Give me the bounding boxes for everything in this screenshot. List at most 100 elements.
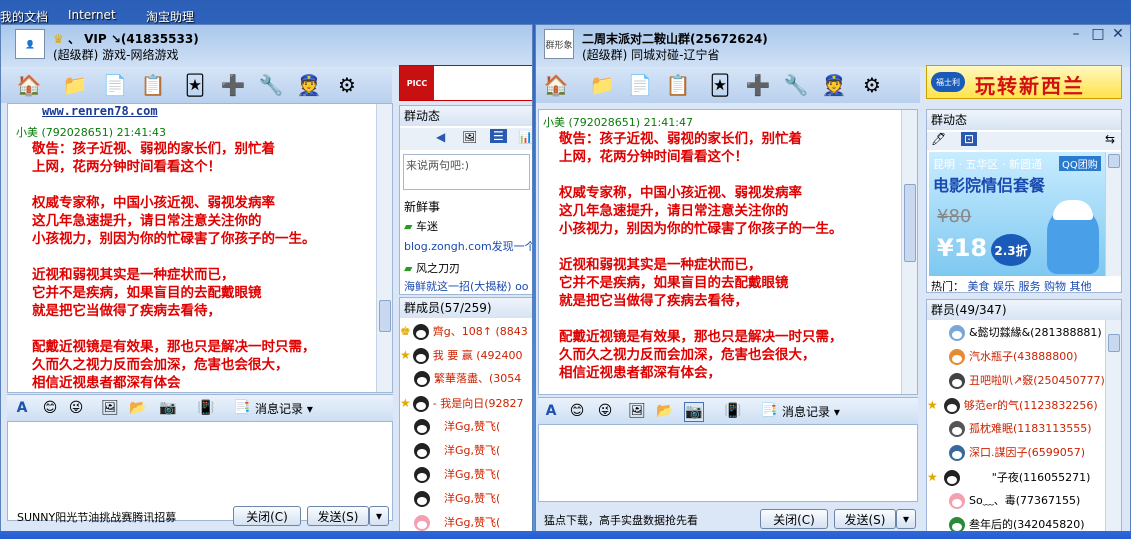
folder-icon[interactable]: 📁 bbox=[61, 71, 89, 99]
smiley-icon[interactable]: 😊 bbox=[41, 399, 59, 417]
shake-icon[interactable]: 📳 bbox=[724, 402, 742, 420]
right-bottom-notice[interactable]: 猛点下载，高手实盘数据抢先看 bbox=[544, 512, 698, 528]
send-file-icon[interactable]: 📂 bbox=[129, 399, 147, 417]
close-icon[interactable]: ✕ bbox=[1108, 27, 1128, 43]
magic-face-icon[interactable]: 😜 bbox=[67, 399, 85, 417]
scroll-thumb[interactable] bbox=[1108, 334, 1120, 352]
member-item[interactable]: 汽水瓶子(43888800) bbox=[927, 346, 1121, 368]
left-url-line[interactable]: www.renren78.com bbox=[42, 104, 158, 118]
groupbuy-ad[interactable]: 昆明 · 五华区 · 新圆通 QQ团购 电影院情侣套餐 ¥80 ¥18 2.3折 bbox=[929, 152, 1107, 276]
list-icon[interactable]: 📋 bbox=[139, 71, 167, 99]
right-send-button[interactable]: 发送(S) bbox=[834, 509, 896, 529]
right-ad-banner[interactable]: 福士利 玩转新西兰 bbox=[926, 65, 1122, 99]
home-icon[interactable]: 🏠 bbox=[542, 71, 570, 99]
dynamics-scrollbar[interactable] bbox=[1105, 152, 1121, 276]
screenshot-icon[interactable]: 📷 bbox=[684, 402, 704, 422]
send-file-icon[interactable]: 📂 bbox=[656, 402, 674, 420]
member-item[interactable]: ★ 够范er的气(1123832256) bbox=[927, 394, 1121, 416]
right-message-area[interactable]: 小美 (792028651) 21:41:47 敬告：孩子近视、弱视的家长们，别… bbox=[538, 109, 918, 395]
scroll-thumb[interactable] bbox=[379, 300, 391, 332]
news-item[interactable]: ▰ 车迷 bbox=[404, 218, 438, 234]
list-tab-icon[interactable]: ☰ bbox=[490, 129, 507, 143]
right-group-avatar[interactable]: 群形象 bbox=[544, 29, 574, 59]
hot-item[interactable]: 美食 bbox=[968, 280, 990, 292]
edit-tab-icon[interactable]: 🖊 bbox=[931, 132, 946, 146]
right-input-box[interactable] bbox=[538, 424, 918, 502]
member-item[interactable]: 洋Gg,赞飞( bbox=[400, 440, 532, 462]
card-icon[interactable]: 🃏 bbox=[181, 71, 209, 99]
scroll-thumb[interactable] bbox=[904, 184, 916, 262]
member-item[interactable]: &懿切㵘緣&(281388881) bbox=[927, 322, 1121, 344]
photo-tab-icon[interactable]: 🖼 bbox=[462, 130, 477, 144]
left-close-button[interactable]: 关闭(C) bbox=[233, 506, 301, 526]
member-item[interactable]: 深口.謀因子(6599057) bbox=[927, 442, 1121, 464]
user-hat-icon[interactable]: 👮 bbox=[820, 71, 848, 99]
member-item[interactable]: ♚ 齊g、108↑ (8843 bbox=[400, 320, 532, 342]
font-icon[interactable]: A bbox=[13, 399, 31, 417]
message-history-button[interactable]: 消息记录 ▾ bbox=[255, 400, 313, 417]
left-send-button[interactable]: 发送(S) bbox=[307, 506, 369, 526]
back-arrow-icon[interactable]: ◀ bbox=[436, 130, 445, 144]
news-item[interactable]: ▰ 风之刀刃 bbox=[404, 260, 460, 276]
hot-item[interactable]: 购物 bbox=[1044, 280, 1066, 292]
card-icon[interactable]: 🃏 bbox=[706, 71, 734, 99]
stats-tab-icon[interactable]: 📊 bbox=[518, 130, 532, 144]
news-link[interactable]: blog.zongh.com发现一个 bbox=[404, 238, 532, 254]
shake-icon[interactable]: 📳 bbox=[197, 399, 215, 417]
screenshot-icon[interactable]: 📷 bbox=[159, 399, 177, 417]
left-group-avatar[interactable]: 👤 bbox=[15, 29, 45, 59]
list-icon[interactable]: 📋 bbox=[664, 71, 692, 99]
add-member-icon[interactable]: ➕ bbox=[219, 71, 247, 99]
maximize-icon[interactable]: □ bbox=[1088, 27, 1108, 43]
folder-icon[interactable]: 📁 bbox=[588, 71, 616, 99]
right-send-options-button[interactable]: ▾ bbox=[896, 509, 916, 529]
settings-icon[interactable]: ⚙ bbox=[858, 71, 886, 99]
member-item[interactable]: 孤枕难眠(1183113555) bbox=[927, 418, 1121, 440]
hot-item[interactable]: 服务 bbox=[1019, 280, 1041, 292]
document-icon[interactable]: 📄 bbox=[101, 71, 129, 99]
member-item[interactable]: 繁華落盡、(3054 bbox=[400, 368, 532, 390]
user-hat-icon[interactable]: 👮 bbox=[295, 71, 323, 99]
desktop-label-documents[interactable]: 我的文档 bbox=[0, 8, 48, 25]
message-history-button[interactable]: 消息记录 ▾ bbox=[782, 403, 840, 420]
member-item[interactable]: ★ 我 要 赢 (492400 bbox=[400, 344, 532, 366]
history-icon[interactable]: 📑 bbox=[233, 399, 251, 417]
dynamics-input[interactable]: 来说两句吧:) bbox=[403, 154, 530, 190]
document-icon[interactable]: 📄 bbox=[626, 71, 654, 99]
member-item[interactable]: ★ - 我是向日(92827 bbox=[400, 392, 532, 414]
add-member-icon[interactable]: ➕ bbox=[744, 71, 772, 99]
smiley-icon[interactable]: 😊 bbox=[568, 402, 586, 420]
font-icon[interactable]: A bbox=[542, 402, 560, 420]
hot-item[interactable]: 娱乐 bbox=[993, 280, 1015, 292]
magic-face-icon[interactable]: 😜 bbox=[596, 402, 614, 420]
member-item[interactable]: 洋Gg,赞飞( bbox=[400, 416, 532, 438]
tools-icon[interactable]: 🔧 bbox=[782, 71, 810, 99]
expand-icon[interactable]: ⇆ bbox=[1105, 132, 1115, 146]
desktop-label-taobao[interactable]: 淘宝助理 bbox=[146, 8, 194, 25]
member-item[interactable]: 洋Gg,赞飞( bbox=[400, 464, 532, 486]
members-scrollbar[interactable] bbox=[1105, 320, 1121, 537]
member-item[interactable]: ★ "子夜(116055271) bbox=[927, 466, 1121, 488]
tools-icon[interactable]: 🔧 bbox=[257, 71, 285, 99]
member-item[interactable]: 洋Gg,赞飞( bbox=[400, 488, 532, 510]
member-item[interactable]: So﹏、毒(77367155) bbox=[927, 490, 1121, 512]
history-icon[interactable]: 📑 bbox=[760, 402, 778, 420]
settings-icon[interactable]: ⚙ bbox=[333, 71, 361, 99]
right-close-button[interactable]: 关闭(C) bbox=[760, 509, 828, 529]
left-message-scrollbar[interactable] bbox=[376, 104, 392, 392]
left-bottom-notice[interactable]: SUNNY阳光节油挑战赛腾讯招募 bbox=[17, 509, 176, 525]
home-icon[interactable]: 🏠 bbox=[15, 71, 43, 99]
hot-item[interactable]: 其他 bbox=[1070, 280, 1092, 292]
news-link[interactable]: 海鲜就这一招(大揭秘) oo bbox=[404, 278, 529, 294]
right-message-scrollbar[interactable] bbox=[901, 110, 917, 394]
scroll-thumb[interactable] bbox=[1108, 154, 1120, 168]
filter-tab-icon[interactable]: ⊡ bbox=[961, 132, 978, 146]
image-icon[interactable]: 🖼 bbox=[628, 402, 646, 420]
left-ad-image[interactable]: PICC bbox=[399, 65, 532, 101]
left-message-area[interactable]: www.renren78.com 小美 (792028651) 21:41:43… bbox=[7, 103, 393, 393]
member-item[interactable]: 丑吧啦叭↗竅(250450777) bbox=[927, 370, 1121, 392]
left-send-options-button[interactable]: ▾ bbox=[369, 506, 389, 526]
image-icon[interactable]: 🖼 bbox=[101, 399, 119, 417]
minimize-icon[interactable]: – bbox=[1066, 27, 1086, 43]
desktop-label-internet[interactable]: Internet bbox=[68, 8, 116, 22]
